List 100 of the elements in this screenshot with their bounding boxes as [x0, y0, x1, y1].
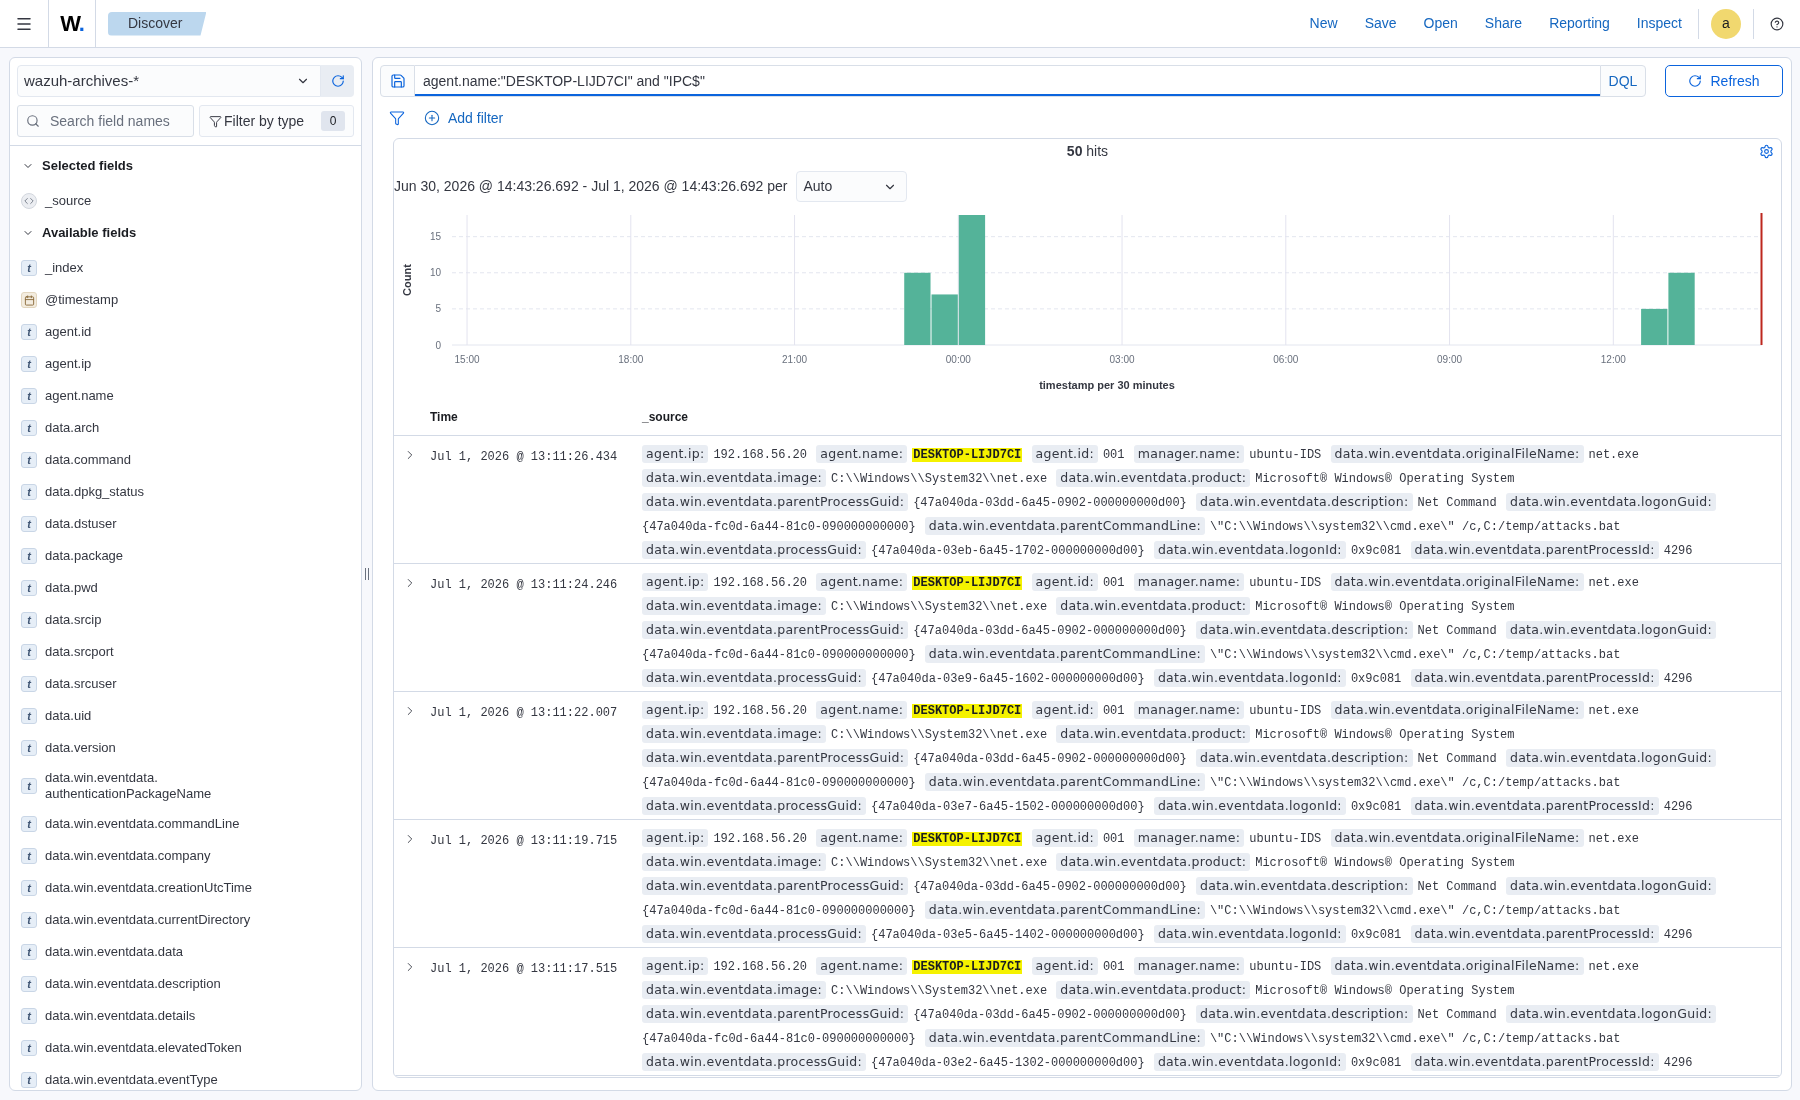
- field-key: data.win.eventdata.processGuid:: [642, 669, 866, 687]
- field-value: Microsoft® Windows® Operating System: [1255, 728, 1515, 742]
- field-list-item[interactable]: t data.win.eventdata.creationUtcTime: [10, 872, 361, 904]
- refresh-index-button[interactable]: [321, 65, 354, 97]
- app-logo[interactable]: W.: [60, 12, 84, 35]
- field-list-item[interactable]: t data.win.eventdata.authenticationPackageName: [10, 764, 361, 808]
- field-key: data.win.eventdata.processGuid:: [642, 797, 866, 815]
- field-value: 192.168.56.20: [713, 576, 808, 590]
- field-key: data.win.eventdata.logonId:: [1153, 925, 1346, 943]
- filter-icon: [209, 114, 222, 128]
- calendar-icon: [21, 292, 37, 308]
- field-list-item[interactable]: t agent.ip: [10, 348, 361, 380]
- column-header: _source: [642, 409, 689, 426]
- field-key: data.win.eventdata.image:: [642, 853, 827, 871]
- field-list-item[interactable]: t data.srcuser: [10, 668, 361, 700]
- field-key: data.win.eventdata.description:: [1196, 877, 1413, 895]
- string-type-token: t: [21, 1072, 37, 1088]
- field-key: manager.name:: [1133, 573, 1245, 591]
- header-link[interactable]: Save: [1364, 13, 1397, 34]
- header-link[interactable]: Share: [1484, 13, 1523, 34]
- field-key: agent.ip:: [642, 957, 709, 975]
- field-key: data.win.eventdata.logonId:: [1153, 669, 1346, 687]
- interval-select[interactable]: Auto: [795, 171, 907, 202]
- field-list-item[interactable]: _source: [10, 185, 361, 217]
- field-key: agent.id:: [1031, 445, 1098, 463]
- field-list-item[interactable]: @timestamp: [10, 284, 361, 316]
- field-value: ubuntu-IDS: [1249, 960, 1322, 974]
- section-toggle[interactable]: Available fields: [10, 217, 361, 249]
- field-list-item[interactable]: t data.win.eventdata.data: [10, 936, 361, 968]
- field-value: 0x9c081: [1350, 800, 1402, 814]
- filter-by-type-button[interactable]: Filter by type: [209, 110, 305, 132]
- field-value: DESKTOP-LIJD7CI: [912, 576, 1023, 590]
- field-list-item[interactable]: t data.srcport: [10, 636, 361, 668]
- field-list-item[interactable]: t data.uid: [10, 700, 361, 732]
- field-value: Microsoft® Windows® Operating System: [1255, 600, 1515, 614]
- field-list-item[interactable]: t data.win.eventdata.currentDirectory: [10, 904, 361, 936]
- string-type-token: t: [21, 548, 37, 564]
- field-key: agent.id:: [1031, 701, 1098, 719]
- header-link[interactable]: New: [1309, 13, 1338, 34]
- field-value: C:\\Windows\\System32\\net.exe: [831, 728, 1048, 742]
- field-value: Net Command: [1417, 880, 1497, 894]
- field-list-item[interactable]: t data.pwd: [10, 572, 361, 604]
- field-key: data.win.eventdata.product:: [1056, 981, 1251, 999]
- breadcrumb[interactable]: Discover: [108, 11, 207, 36]
- column-header: Time: [430, 409, 459, 426]
- field-list-item[interactable]: t agent.id: [10, 316, 361, 348]
- field-list-item[interactable]: t data.version: [10, 732, 361, 764]
- field-list-item[interactable]: t data.win.eventdata.commandLine: [10, 808, 361, 840]
- saved-query-button[interactable]: [380, 65, 415, 97]
- field-key: data.win.eventdata.logonGuid:: [1505, 493, 1716, 511]
- add-filter-button[interactable]: Add filter: [424, 107, 504, 129]
- field-list-item[interactable]: t data.srcip: [10, 604, 361, 636]
- field-key: agent.ip:: [642, 701, 709, 719]
- field-list-item[interactable]: t data.win.eventdata.eventType: [10, 1064, 361, 1090]
- help-icon[interactable]: [1770, 16, 1784, 31]
- x-axis-tick-label: 15:00: [454, 354, 480, 365]
- field-list-item[interactable]: t data.dpkg_status: [10, 476, 361, 508]
- field-key: manager.name:: [1133, 829, 1245, 847]
- field-value: 192.168.56.20: [713, 832, 808, 846]
- refresh-button[interactable]: Refresh: [1665, 65, 1783, 97]
- field-list-item[interactable]: t data.win.eventdata.details: [10, 1000, 361, 1032]
- resize-handle-icon[interactable]: [365, 568, 369, 580]
- field-list-item[interactable]: t agent.name: [10, 380, 361, 412]
- settings-icon[interactable]: [1759, 143, 1774, 159]
- header-link[interactable]: Open: [1423, 13, 1458, 34]
- field-value: {47a040da-03dd-6a45-0902-000000000d00}: [913, 880, 1187, 894]
- field-list-item[interactable]: t data.arch: [10, 412, 361, 444]
- field-key: agent.ip:: [642, 445, 709, 463]
- field-list-item[interactable]: t data.command: [10, 444, 361, 476]
- header-link[interactable]: Inspect: [1636, 13, 1682, 34]
- field-value: 0x9c081: [1350, 544, 1402, 558]
- field-value: ubuntu-IDS: [1249, 448, 1322, 462]
- field-list-item[interactable]: t data.win.eventdata.company: [10, 840, 361, 872]
- header-link[interactable]: Reporting: [1549, 13, 1610, 34]
- string-type-token: t: [21, 612, 37, 628]
- field-value: C:\\Windows\\System32\\net.exe: [831, 984, 1048, 998]
- hits-count: 50 hits: [1066, 141, 1109, 161]
- query-input[interactable]: agent.name:"DESKTOP-LIJD7CI" and "IPC$": [415, 65, 1600, 97]
- field-value: {47a040da-fc0d-6a44-81c0-090000000000}: [642, 1032, 916, 1046]
- field-list-item[interactable]: t data.package: [10, 540, 361, 572]
- field-list-item[interactable]: t data.win.eventdata.elevatedToken: [10, 1032, 361, 1064]
- field-key: data.win.eventdata.parentProcessGuid:: [642, 877, 909, 895]
- string-type-token: t: [21, 944, 37, 960]
- field-key: data.win.eventdata.image:: [642, 981, 827, 999]
- string-type-token: t: [21, 580, 37, 596]
- index-pattern-select[interactable]: wazuh-archives-*: [17, 65, 321, 97]
- field-key: data.win.eventdata.originalFileName:: [1330, 445, 1584, 463]
- section-toggle[interactable]: Selected fields: [10, 150, 361, 182]
- field-key: data.win.eventdata.logonGuid:: [1505, 749, 1716, 767]
- field-key: data.win.eventdata.logonId:: [1153, 541, 1346, 559]
- user-avatar[interactable]: a: [1711, 8, 1741, 39]
- search-field[interactable]: Search field names: [17, 105, 194, 137]
- field-value: 4296: [1663, 928, 1693, 942]
- field-list-item[interactable]: t data.win.eventdata.description: [10, 968, 361, 1000]
- query-language-button[interactable]: DQL: [1600, 65, 1646, 97]
- field-list-item[interactable]: t data.dstuser: [10, 508, 361, 540]
- field-key: data.win.eventdata.logonGuid:: [1505, 621, 1716, 639]
- field-key: data.win.eventdata.description:: [1196, 1005, 1413, 1023]
- field-value: {47a040da-03dd-6a45-0902-000000000d00}: [913, 624, 1187, 638]
- field-list-item[interactable]: t _index: [10, 252, 361, 284]
